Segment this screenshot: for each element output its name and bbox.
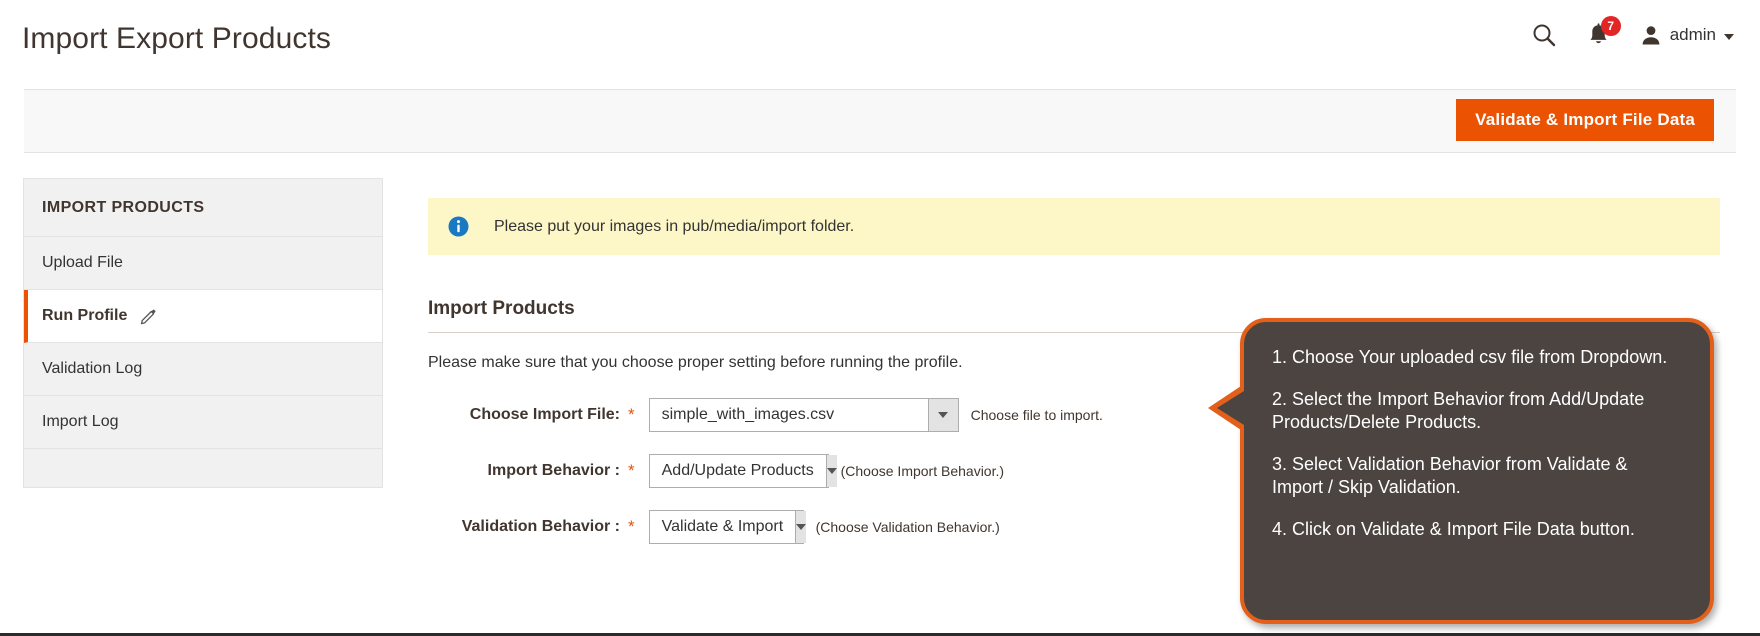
validation-behavior-select[interactable]: Validate & Import <box>648 510 807 544</box>
sidebar-item-validation-log[interactable]: Validation Log <box>24 343 382 396</box>
user-avatar-icon <box>1640 24 1662 46</box>
chevron-down-icon[interactable] <box>795 511 807 543</box>
import-behavior-select[interactable]: Add/Update Products <box>648 454 837 488</box>
import-behavior-label: Import Behavior : <box>487 462 620 479</box>
page-root: Import Export Products 7 admin Validate … <box>0 0 1760 636</box>
sidebar-item-run-profile[interactable]: Run Profile <box>24 290 382 343</box>
sidebar-item-label: Run Profile <box>42 307 128 324</box>
sidebar-item-label: Validation Log <box>42 360 143 377</box>
choose-import-file-select[interactable]: simple_with_images.csv <box>648 398 959 432</box>
info-notice: Please put your images in pub/media/impo… <box>428 198 1720 255</box>
notifications-button[interactable]: 7 <box>1587 15 1621 48</box>
page-actions-toolbar: Validate & Import File Data <box>24 89 1736 153</box>
sidebar-bottom-spacer <box>24 449 382 487</box>
user-menu[interactable]: admin <box>1640 24 1734 46</box>
pencil-icon[interactable] <box>140 308 157 325</box>
required-indicator: * <box>628 461 635 480</box>
callout-step-2: 2. Select the Import Behavior from Add/U… <box>1272 389 1645 432</box>
page-header: Import Export Products 7 admin <box>0 0 1760 88</box>
callout-step-1: 1. Choose Your uploaded csv file from Dr… <box>1272 347 1668 367</box>
sidebar-item-upload-file[interactable]: Upload File <box>24 237 382 290</box>
required-indicator: * <box>628 405 635 424</box>
choose-import-file-label: Choose Import File: <box>469 406 620 423</box>
import-behavior-value: Add/Update Products <box>661 462 814 479</box>
validate-import-file-data-button[interactable]: Validate & Import File Data <box>1456 99 1714 141</box>
sidebar-title: IMPORT PRODUCTS <box>24 179 382 237</box>
chevron-down-icon[interactable] <box>825 455 837 487</box>
chevron-down-icon[interactable] <box>927 399 958 431</box>
chevron-down-icon <box>1724 33 1734 40</box>
sidebar: IMPORT PRODUCTS Upload File Run Profile … <box>23 178 383 488</box>
required-indicator: * <box>628 517 635 536</box>
callout-tail-fill <box>1217 391 1244 425</box>
choose-import-file-value: simple_with_images.csv <box>661 406 835 423</box>
callout-step-3: 3. Select Validation Behavior from Valid… <box>1272 454 1628 497</box>
section-title: Import Products <box>428 298 575 319</box>
validation-behavior-hint: (Choose Validation Behavior.) <box>815 519 1000 535</box>
header-actions: 7 admin <box>1531 15 1734 48</box>
choose-import-file-hint: Choose file to import. <box>970 407 1103 423</box>
instructions-callout: 1. Choose Your uploaded csv file from Dr… <box>1208 318 1714 624</box>
info-notice-text: Please put your images in pub/media/impo… <box>494 217 855 235</box>
search-icon[interactable] <box>1531 22 1557 48</box>
notification-count-badge: 7 <box>1600 15 1621 36</box>
info-circle-icon <box>448 216 469 237</box>
page-title: Import Export Products <box>22 22 331 55</box>
sidebar-item-label: Import Log <box>42 413 119 430</box>
import-behavior-hint: (Choose Import Behavior.) <box>840 463 1005 479</box>
sidebar-item-import-log[interactable]: Import Log <box>24 396 382 449</box>
validation-behavior-label: Validation Behavior : <box>461 518 620 535</box>
callout-step-4: 4. Click on Validate & Import File Data … <box>1272 519 1635 539</box>
sidebar-item-label: Upload File <box>42 254 123 271</box>
user-name-label: admin <box>1669 25 1716 44</box>
validation-behavior-value: Validate & Import <box>661 518 784 535</box>
